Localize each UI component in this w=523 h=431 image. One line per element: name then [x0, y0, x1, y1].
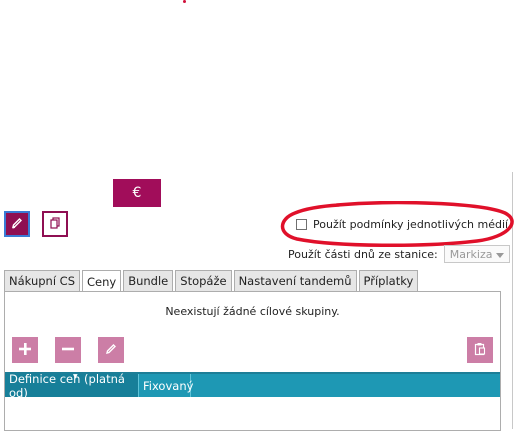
grid-header: Definice cen (platná od) ▼ Fixovaný — [5, 372, 500, 400]
sort-indicator-icon: ▼ — [73, 373, 78, 380]
red-dot-marker — [183, 0, 186, 3]
station-select-value: Markiza — [449, 247, 493, 261]
tab-label: Příplatky — [363, 274, 414, 288]
tab-label: Nastavení tandemů — [238, 274, 352, 288]
add-button[interactable] — [12, 337, 38, 363]
day-parts-option: Použít části dnů ze stanice: Markiza — [288, 245, 510, 263]
tab-priplatky[interactable]: Příplatky — [358, 270, 419, 291]
pencil-icon — [10, 216, 24, 233]
tab-stopaze[interactable]: Stopáže — [175, 270, 232, 291]
column-label: Fixovaný — [143, 378, 194, 393]
tab-bar: Nákupní CS Ceny Bundle Stopáže Nastavení… — [4, 270, 419, 292]
station-select[interactable]: Markiza — [443, 245, 510, 263]
tab-label: Bundle — [128, 274, 169, 288]
remove-button[interactable] — [55, 337, 81, 363]
remove-icon — [61, 342, 75, 359]
currency-label: € — [132, 185, 142, 201]
paste-button[interactable] — [467, 337, 493, 363]
pencil-icon — [104, 342, 118, 359]
tab-ceny[interactable]: Ceny — [82, 270, 122, 292]
copy-button[interactable] — [42, 211, 68, 237]
edit-mode-button[interactable] — [4, 211, 30, 237]
chevron-down-icon — [495, 248, 504, 261]
day-parts-label: Použít části dnů ze stanice: — [288, 247, 438, 261]
red-highlight-annotation — [280, 201, 514, 247]
tab-label: Nákupní CS — [9, 274, 76, 288]
paste-icon — [473, 342, 487, 359]
tab-nastaveni-tandemu[interactable]: Nastavení tandemů — [233, 270, 357, 291]
tab-nakupni-cs[interactable]: Nákupní CS — [4, 270, 81, 291]
copy-icon — [48, 216, 62, 233]
tab-label: Ceny — [87, 274, 117, 289]
edit-button[interactable] — [98, 337, 124, 363]
empty-groups-message: Neexistují žádné cílové skupiny. — [165, 305, 340, 318]
column-header-fixed[interactable]: Fixovaný — [139, 374, 194, 397]
column-header-price-definition[interactable]: Definice cen (platná od) — [5, 372, 139, 400]
add-icon — [18, 342, 32, 359]
tab-bundle[interactable]: Bundle — [123, 270, 174, 291]
currency-button[interactable]: € — [113, 179, 161, 207]
tab-label: Stopáže — [180, 274, 227, 288]
